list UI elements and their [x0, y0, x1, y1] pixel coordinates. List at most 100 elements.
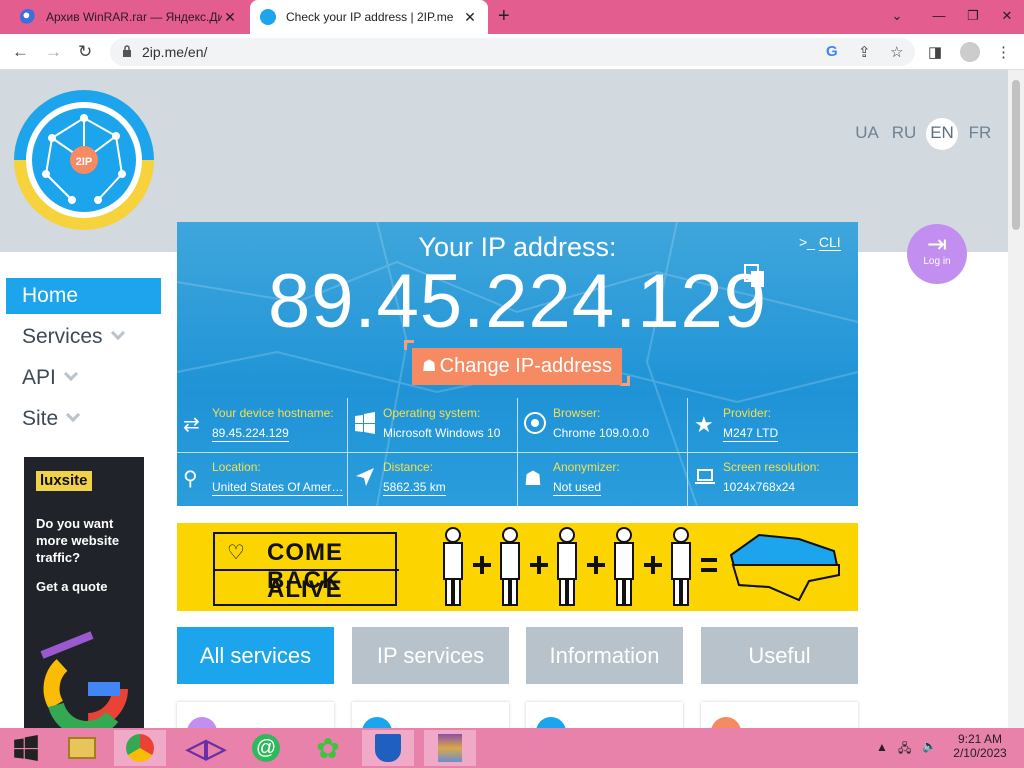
info-value[interactable]: 89.45.224.129	[212, 426, 289, 442]
laptop-icon	[695, 469, 715, 484]
service-card[interactable]	[352, 702, 509, 728]
shield-icon	[375, 734, 401, 762]
info-value: 1024x768x24	[723, 480, 796, 494]
reload-icon[interactable]: ↻	[78, 42, 92, 62]
icq-flower-icon: ✿	[316, 732, 340, 764]
scrollbar-thumb[interactable]	[1012, 80, 1020, 230]
spy-icon: ☗	[524, 468, 542, 490]
url-text: 2ip.me/en/	[142, 44, 208, 60]
info-value[interactable]: United States Of Amer…	[212, 480, 344, 496]
2ip-favicon-icon	[260, 9, 276, 25]
lang-en[interactable]: EN	[926, 118, 958, 150]
clock-time: 9:21 AM	[957, 732, 1003, 746]
terminal-icon: >_	[799, 234, 819, 250]
minimize-icon[interactable]: —	[922, 0, 956, 34]
tab-information[interactable]: Information	[526, 627, 683, 684]
nav-api[interactable]: API	[6, 359, 161, 400]
tab-useful[interactable]: Useful	[701, 627, 858, 684]
close-window-icon[interactable]: ✕	[990, 0, 1024, 34]
visual-studio-icon: ◁▷	[186, 732, 226, 763]
share-icon[interactable]: ⇪	[858, 43, 871, 61]
nav-site[interactable]: Site	[6, 400, 161, 441]
swap-icon: ⇄	[183, 414, 200, 436]
service-card[interactable]	[701, 702, 858, 728]
taskbar-chrome[interactable]	[114, 730, 166, 766]
info-value[interactable]: Not used	[553, 480, 602, 496]
banner-line2: ALIVE	[267, 576, 343, 603]
cli-link[interactable]: >_ CLI	[799, 234, 841, 251]
banner-text-box: ♡ COME BACK ALIVE	[213, 532, 399, 606]
new-tab-plus-icon[interactable]: +	[498, 5, 510, 28]
taskbar-winrar[interactable]	[424, 730, 476, 766]
menu-kebab-icon[interactable]: ⋮	[996, 43, 1011, 61]
restore-icon[interactable]: ❐	[956, 0, 990, 34]
info-label: Provider:	[723, 406, 772, 420]
service-card[interactable]	[526, 702, 683, 728]
network-icon[interactable]: 🖧	[898, 739, 911, 760]
taskbar-visual-studio[interactable]: ◁▷	[180, 730, 232, 766]
tab-label: All services	[199, 643, 312, 668]
copy-icon[interactable]	[744, 264, 766, 288]
address-toolbar: ← → ↻ 2ip.me/en/ G ⇪ ☆ ◨ ⋮	[0, 34, 1024, 70]
taskbar-windows-security[interactable]	[362, 730, 414, 766]
clock-date: 2/10/2023	[953, 746, 1007, 760]
come-back-alive-banner[interactable]: ♡ COME BACK ALIVE	[177, 523, 858, 611]
close-tab-icon[interactable]: ✕	[462, 9, 478, 26]
info-value[interactable]: M247 LTD	[723, 426, 779, 442]
page-scrollbar[interactable]	[1008, 70, 1024, 728]
cli-label: CLI	[818, 234, 841, 251]
taskbar-email-app[interactable]: @	[240, 730, 292, 766]
ad-cta[interactable]: Get a quote	[36, 579, 108, 594]
taskbar-icq[interactable]: ✿	[302, 730, 354, 766]
info-location: ⚲ Location: United States Of Amer…	[177, 452, 347, 506]
google-translate-icon[interactable]: G	[826, 43, 838, 60]
side-panel-icon[interactable]: ◨	[928, 43, 942, 61]
start-button[interactable]	[0, 730, 52, 766]
soldiers-ukraine-graphic	[443, 527, 841, 606]
info-label: Screen resolution:	[723, 460, 820, 474]
nav-home[interactable]: Home	[6, 278, 161, 314]
tab-2ip[interactable]: Check your IP address | 2IP.me ✕	[250, 0, 488, 34]
tab-yandex-disk[interactable]: Архив WinRAR.rar — Яндекс.Ди ✕	[10, 0, 248, 34]
info-label: Operating system:	[383, 406, 481, 420]
nav-services[interactable]: Services	[6, 318, 161, 359]
star-icon: ★	[694, 412, 714, 437]
lang-ua[interactable]: UA	[851, 118, 883, 150]
service-card-icon	[711, 717, 741, 728]
luxsite-ad[interactable]: luxsite Do you want more website traffic…	[24, 457, 144, 728]
tab-label: IP services	[376, 643, 485, 668]
tab-all-services[interactable]: All services	[177, 627, 334, 684]
at-sign-icon: @	[252, 734, 280, 762]
address-bar[interactable]: 2ip.me/en/	[110, 38, 915, 66]
windows-start-icon	[14, 735, 38, 761]
clock[interactable]: 9:21 AM 2/10/2023	[948, 732, 1012, 760]
info-label: Distance:	[383, 460, 434, 474]
service-card[interactable]	[177, 702, 334, 728]
login-button[interactable]: ⇥ Log in	[907, 224, 967, 284]
yandex-disk-icon	[20, 9, 36, 25]
bookmark-star-icon[interactable]: ☆	[890, 43, 903, 61]
lang-ru[interactable]: RU	[888, 118, 920, 150]
back-arrow-icon[interactable]: ←	[12, 42, 29, 62]
info-value[interactable]: 5862.35 km	[383, 480, 446, 496]
tray-expand-icon[interactable]: ▲	[876, 740, 888, 754]
info-label: Anonymizer:	[553, 460, 620, 474]
windows-taskbar: ◁▷ @ ✿ ▲ 🖧 🔈 9:21 AM 2/10/2023	[0, 728, 1024, 768]
lang-fr[interactable]: FR	[964, 118, 996, 150]
tab-ip-services[interactable]: IP services	[352, 627, 509, 684]
nav-label: Services	[22, 325, 103, 348]
close-tab-icon[interactable]: ✕	[222, 9, 238, 26]
2ip-logo[interactable]: 2IP	[12, 88, 156, 232]
info-provider: ★ Provider: M247 LTD	[687, 398, 857, 452]
info-label: Location:	[212, 460, 261, 474]
info-distance: Distance: 5862.35 km	[347, 452, 517, 506]
taskbar-file-explorer[interactable]	[56, 730, 108, 766]
volume-icon[interactable]: 🔈	[922, 739, 937, 753]
tab-search-chevron-icon[interactable]: ⌄	[880, 0, 914, 34]
profile-avatar-icon[interactable]	[960, 42, 980, 62]
spy-icon: ☗	[422, 358, 437, 375]
change-ip-button[interactable]: ☗ Change IP-address	[412, 348, 622, 385]
service-card-icon	[187, 717, 217, 728]
chrome-icon	[524, 412, 546, 434]
forward-arrow-icon[interactable]: →	[45, 42, 62, 62]
